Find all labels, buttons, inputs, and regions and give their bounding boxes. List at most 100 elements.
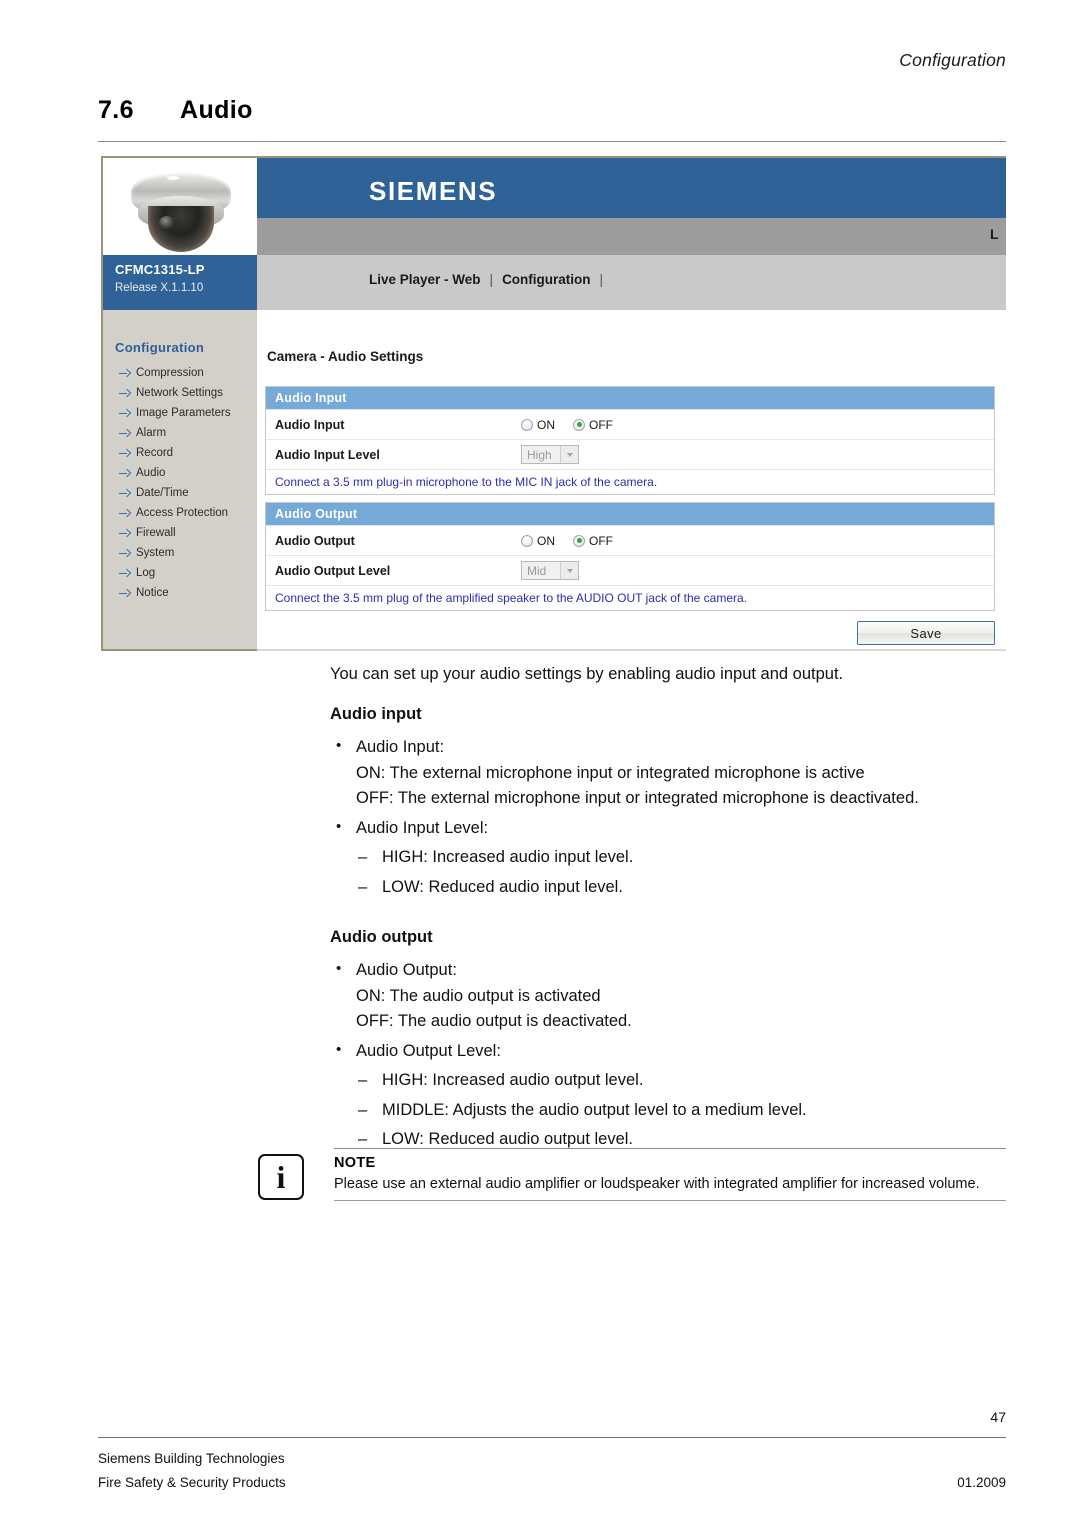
sidebar-item-label: Date/Time — [136, 487, 189, 499]
audio-output-panel: Audio Output Audio Output ON OFF Audio O… — [265, 502, 995, 611]
browser-screenshot-figure: SIEMENS L CFMC1315-LP Release X.1.1.10 L… — [101, 156, 1006, 651]
sidebar-item-audio[interactable]: Audio — [103, 463, 257, 483]
arrow-right-icon — [119, 529, 130, 538]
note-callout: i NOTE Please use an external audio ampl… — [258, 1148, 1006, 1201]
nav-separator-2: | — [599, 272, 604, 287]
bullet-audio-output: Audio Output: — [330, 957, 1006, 984]
audio-output-level-row: Audio Output Level Mid — [266, 555, 994, 585]
radio-off-icon — [521, 534, 533, 547]
radio-selected-icon — [573, 534, 585, 547]
radio-label-on: ON — [537, 533, 555, 548]
sidebar-item-firewall[interactable]: Firewall — [103, 523, 257, 543]
audio-input-radio-on[interactable]: ON — [521, 418, 555, 432]
audio-input-level-high-desc: HIGH: Increased audio input level. — [330, 845, 1006, 871]
running-header: Configuration — [899, 50, 1006, 70]
arrow-right-icon — [119, 409, 130, 418]
audio-output-level-high-desc: HIGH: Increased audio output level. — [330, 1068, 1006, 1094]
device-identity-block: CFMC1315-LP Release X.1.1.10 — [101, 255, 257, 310]
camera-product-photo — [101, 156, 257, 255]
arrow-right-icon — [119, 469, 130, 478]
sidebar-item-system[interactable]: System — [103, 543, 257, 563]
radio-off-icon — [521, 418, 533, 431]
sidebar-item-label: Compression — [136, 367, 204, 379]
sidebar-heading: Configuration — [115, 340, 205, 355]
chapter-title: Audio — [180, 96, 253, 124]
dome-camera-icon — [131, 166, 231, 254]
save-button[interactable]: Save — [857, 621, 995, 645]
audio-input-off-desc: OFF: The external microphone input or in… — [356, 789, 919, 808]
content-pane: Camera - Audio Settings Audio Input Audi… — [257, 310, 1006, 651]
device-model: CFMC1315-LP — [115, 262, 205, 277]
arrow-right-icon — [119, 569, 130, 578]
sidebar-item-record[interactable]: Record — [103, 443, 257, 463]
bullet-audio-input-level: Audio Input Level: — [330, 815, 1006, 842]
sidebar-item-image-parameters[interactable]: Image Parameters — [103, 403, 257, 423]
radio-label-off: OFF — [589, 533, 613, 548]
footer-divider — [98, 1437, 1006, 1438]
footer-division: Fire Safety & Security Products — [98, 1474, 286, 1490]
audio-output-on-desc: ON: The audio output is activated — [356, 986, 601, 1005]
audio-input-panel-title: Audio Input — [266, 387, 994, 409]
audio-input-level-label: Audio Input Level — [275, 447, 380, 462]
arrow-right-icon — [119, 509, 130, 518]
sidebar-item-label: System — [136, 547, 175, 559]
sidebar-item-label: Record — [136, 447, 174, 459]
audio-input-label: Audio Input — [275, 417, 345, 432]
audio-output-level-select[interactable]: Mid — [521, 561, 579, 580]
page-number: 47 — [990, 1409, 1006, 1425]
siemens-logo: SIEMENS — [369, 176, 498, 206]
radio-label-off: OFF — [589, 417, 613, 432]
chevron-down-icon — [560, 562, 578, 579]
sidebar-item-access-protection[interactable]: Access Protection — [103, 503, 257, 523]
arrow-right-icon — [119, 589, 130, 598]
audio-output-subheading: Audio output — [330, 927, 433, 946]
intro-paragraph: You can set up your audio settings by en… — [330, 665, 844, 683]
audio-output-radio-on[interactable]: ON — [521, 534, 555, 548]
audio-output-radio-off[interactable]: OFF — [573, 534, 613, 548]
main-navbar: Live Player - Web | Configuration | — [257, 255, 1006, 310]
sidebar-item-network-settings[interactable]: Network Settings — [103, 383, 257, 403]
nav-item-live-player[interactable]: Live Player - Web — [369, 272, 481, 287]
radio-label-on: ON — [537, 417, 555, 432]
sidebar-item-compression[interactable]: Compression — [103, 363, 257, 383]
sidebar-item-label: Access Protection — [136, 507, 229, 519]
chapter-number: 7.6 — [98, 96, 134, 124]
sidebar-item-log[interactable]: Log — [103, 563, 257, 583]
arrow-right-icon — [119, 449, 130, 458]
footer-date: 01.2009 — [957, 1474, 1006, 1490]
note-text: Please use an external audio amplifier o… — [334, 1176, 980, 1192]
sidebar-item-label: Notice — [136, 587, 169, 599]
sidebar: Configuration Compression Network Settin… — [101, 310, 257, 651]
arrow-right-icon — [119, 389, 130, 398]
body-text: You can set up your audio settings by en… — [330, 662, 1006, 1153]
arrow-right-icon — [119, 429, 130, 438]
sidebar-item-label: Log — [136, 567, 156, 579]
sidebar-item-label: Network Settings — [136, 387, 223, 399]
arrow-right-icon — [119, 369, 130, 378]
info-icon: i — [258, 1154, 304, 1200]
bullet-audio-input: Audio Input: — [330, 734, 1006, 761]
audio-output-label: Audio Output — [275, 533, 355, 548]
chevron-down-icon — [560, 446, 578, 463]
audio-output-row: Audio Output ON OFF — [266, 525, 994, 555]
arrow-right-icon — [119, 489, 130, 498]
audio-output-off-desc: OFF: The audio output is deactivated. — [356, 1012, 632, 1031]
sidebar-item-date-time[interactable]: Date/Time — [103, 483, 257, 503]
secondary-gray-bar: L — [257, 218, 1006, 255]
audio-input-level-value: High — [527, 447, 552, 462]
title-divider — [98, 141, 1006, 142]
audio-input-hint: Connect a 3.5 mm plug-in microphone to t… — [266, 469, 994, 494]
audio-input-radio-off[interactable]: OFF — [573, 418, 613, 432]
audio-output-level-value: Mid — [527, 563, 547, 578]
sidebar-item-alarm[interactable]: Alarm — [103, 423, 257, 443]
sidebar-item-label: Alarm — [136, 427, 167, 439]
logout-link-clipped[interactable]: L — [990, 226, 1002, 242]
nav-separator: | — [489, 272, 494, 287]
audio-input-subheading: Audio input — [330, 704, 422, 723]
page-footer: Siemens Building Technologies Fire Safet… — [98, 1447, 1006, 1494]
nav-item-configuration[interactable]: Configuration — [502, 272, 590, 287]
audio-input-level-select[interactable]: High — [521, 445, 579, 464]
sidebar-item-notice[interactable]: Notice — [103, 583, 257, 603]
audio-input-row: Audio Input ON OFF — [266, 409, 994, 439]
audio-input-on-desc: ON: The external microphone input or int… — [356, 763, 865, 782]
